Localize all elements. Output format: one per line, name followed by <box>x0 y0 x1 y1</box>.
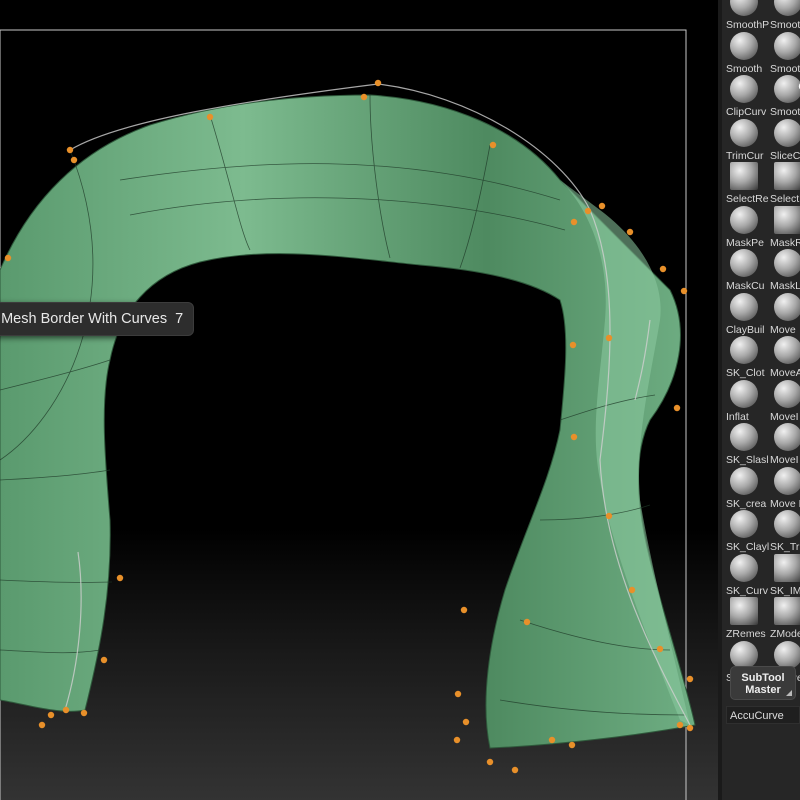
brush-8[interactable]: SelectRe <box>726 160 770 205</box>
brush-4[interactable]: ClipCurv <box>726 73 770 118</box>
smooth-brush-icon <box>774 31 800 60</box>
brush-13[interactable]: MaskL <box>770 247 800 292</box>
sk-pen-icon <box>774 640 800 669</box>
brush-0[interactable]: SmoothP <box>726 0 770 31</box>
brush-24[interactable]: SK_Clayl <box>726 508 770 553</box>
move-brush-icon <box>774 379 800 408</box>
smooth-gif-icon: GI <box>774 75 800 103</box>
mask-pen-icon <box>730 205 758 234</box>
brush-14[interactable]: ClayBuil <box>726 291 770 336</box>
brush-palette: SmoothPSmootSmoothSmootClipCurvGISmootTr… <box>718 0 800 800</box>
brush-16[interactable]: SK_Clot <box>726 334 770 379</box>
select-lasso-icon <box>774 162 800 190</box>
clay-buildup-icon <box>730 292 758 321</box>
zmodeler-icon <box>774 597 800 625</box>
subtool-master-line1: SubTool <box>741 672 785 684</box>
tooltip-text: e Mesh Border With Curves <box>0 311 168 327</box>
brush-22[interactable]: SK_crea <box>726 465 770 510</box>
brush-9[interactable]: SelectL <box>770 160 800 205</box>
move-brush-icon <box>774 336 800 364</box>
move-brush-icon <box>774 466 800 495</box>
brush-6[interactable]: TrimCur <box>726 117 770 162</box>
brush-15[interactable]: Move <box>770 291 800 336</box>
clip-curve-icon <box>730 75 758 103</box>
brush-7[interactable]: SliceCu <box>770 117 800 162</box>
move-brush-icon <box>774 423 800 451</box>
brush-17[interactable]: MoveA <box>770 334 800 379</box>
brush-1[interactable]: Smoot <box>770 0 800 31</box>
slice-curve-icon <box>774 118 800 147</box>
brush-12[interactable]: MaskCu <box>726 247 770 292</box>
brush-27[interactable]: SK_IMI <box>770 552 800 597</box>
brush-20[interactable]: SK_Slasl <box>726 421 770 466</box>
expand-corner-icon <box>786 690 792 696</box>
sk-airbrush-icon <box>730 640 758 669</box>
accucurve-field[interactable]: AccuCurve <box>726 706 800 724</box>
sk-crease-icon <box>730 466 758 495</box>
smooth-brush-icon <box>730 0 758 16</box>
brush-25[interactable]: SK_Trir <box>770 508 800 553</box>
smooth-brush-icon <box>774 0 800 16</box>
brush-5[interactable]: GISmoot <box>770 73 800 118</box>
mesh-arch <box>0 94 696 749</box>
tooltip: e Mesh Border With Curves 7 <box>0 302 194 336</box>
brush-11[interactable]: MaskR <box>770 204 800 249</box>
sk-imm-icon <box>774 553 800 582</box>
brush-23[interactable]: Move E <box>770 465 800 510</box>
brush-2[interactable]: Smooth <box>726 30 770 75</box>
smooth-brush-icon <box>730 31 758 60</box>
3d-viewport[interactable]: e Mesh Border With Curves 7 <box>0 0 718 800</box>
brush-28[interactable]: ZRemes <box>726 595 770 640</box>
sk-cloth-icon <box>730 336 758 364</box>
brush-18[interactable]: Inflat <box>726 378 770 423</box>
subtool-master-button[interactable]: SubTool Master <box>730 666 796 700</box>
brush-10[interactable]: MaskPe <box>726 204 770 249</box>
mesh-canvas[interactable] <box>0 0 718 800</box>
sk-trim-icon <box>774 510 800 538</box>
sk-curve-icon <box>730 553 758 582</box>
brush-21[interactable]: MoveI <box>770 421 800 466</box>
trim-curve-icon <box>730 118 758 147</box>
move-brush-icon <box>774 292 800 321</box>
select-rect-icon <box>730 162 758 190</box>
mask-lasso-icon <box>774 249 800 277</box>
mask-curve-icon <box>730 249 758 277</box>
brush-26[interactable]: SK_Curv <box>726 552 770 597</box>
sk-slash-icon <box>730 423 758 451</box>
zremesher-icon <box>730 597 758 625</box>
sk-clay-icon <box>730 510 758 538</box>
mask-rect-icon <box>774 205 800 234</box>
tooltip-shortcut: 7 <box>175 311 184 327</box>
inflate-brush-icon <box>730 379 758 408</box>
brush-3[interactable]: Smoot <box>770 30 800 75</box>
brush-19[interactable]: MoveI <box>770 378 800 423</box>
brush-29[interactable]: ZMode <box>770 595 800 640</box>
